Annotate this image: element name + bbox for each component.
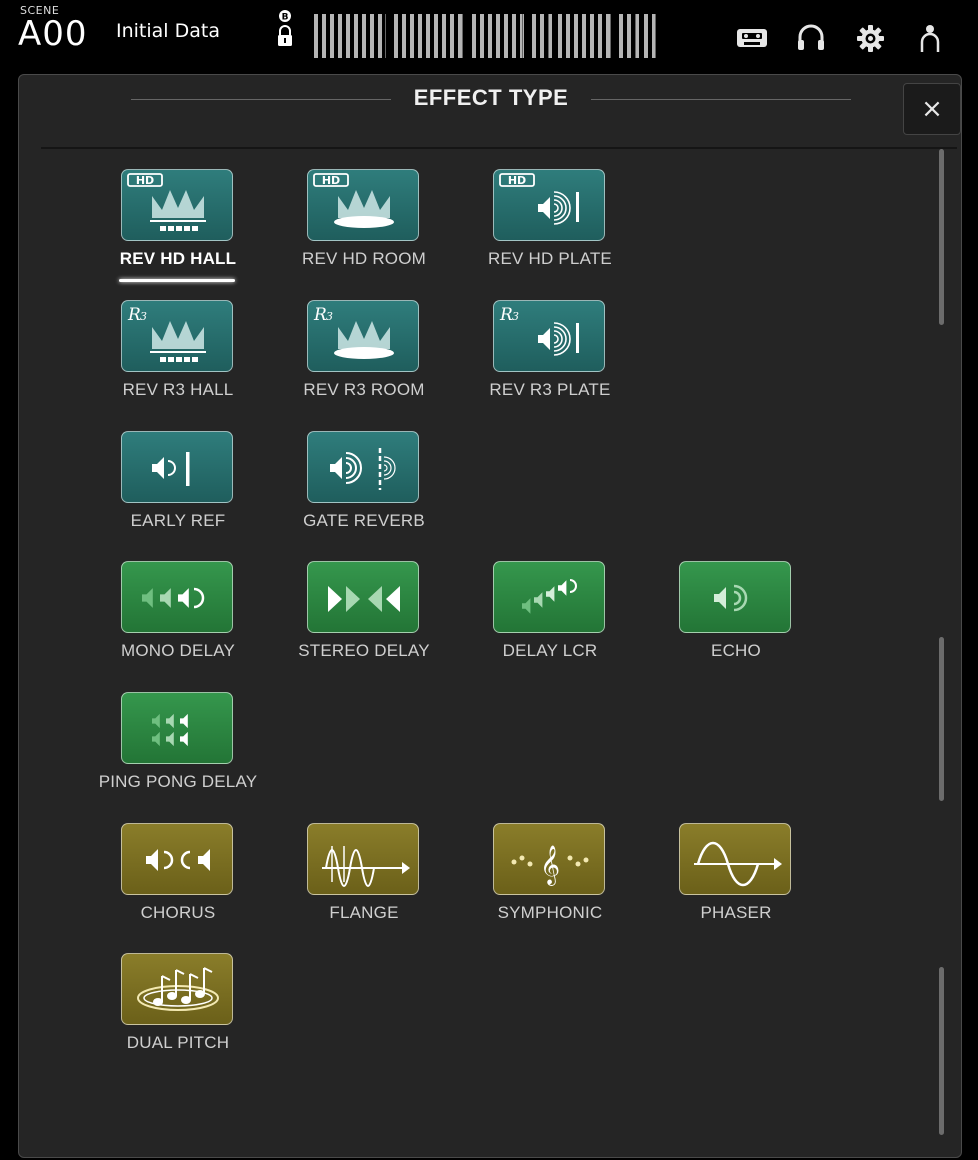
effect-button-flange[interactable]: FLANGE bbox=[279, 823, 449, 945]
effect-button-symphonic[interactable]: 𝄞 SYMPHONIC bbox=[465, 823, 635, 945]
recorder-icon[interactable] bbox=[734, 20, 770, 56]
effect-button-early-ref[interactable]: EARLY REF bbox=[93, 431, 263, 553]
lock-icon[interactable]: B bbox=[275, 8, 295, 58]
effect-button-rev-hd-hall[interactable]: HD REV HD HALL bbox=[93, 169, 263, 291]
effect-button-phaser[interactable]: PHASER bbox=[651, 823, 821, 945]
flange-icon[interactable] bbox=[307, 823, 419, 895]
settings-gear-icon[interactable] bbox=[852, 20, 888, 56]
effect-button-rev-r3-plate[interactable]: R 3 REV R3 PLATE bbox=[465, 300, 635, 422]
effect-button-stereo-delay[interactable]: STEREO DELAY bbox=[279, 561, 449, 683]
stereo-delay-icon[interactable] bbox=[307, 561, 419, 633]
delay-lcr-icon[interactable] bbox=[493, 561, 605, 633]
effect-label: REV HD PLATE bbox=[488, 249, 612, 268]
effect-label: REV HD ROOM bbox=[301, 249, 427, 268]
scrollbar-segment[interactable] bbox=[939, 149, 944, 325]
top-bar: SCENE A00 Initial Data B bbox=[0, 0, 978, 66]
title-divider-right bbox=[591, 99, 851, 100]
effect-label: ECHO bbox=[711, 641, 761, 660]
scrollbar-segment[interactable] bbox=[939, 967, 944, 1135]
effect-label: DELAY LCR bbox=[502, 641, 598, 660]
effect-button-delay-lcr[interactable]: DELAY LCR bbox=[465, 561, 635, 683]
effect-label: REV R3 PLATE bbox=[489, 380, 611, 399]
effect-label: GATE REVERB bbox=[303, 511, 425, 530]
effect-button-mono-delay[interactable]: MONO DELAY bbox=[93, 561, 263, 683]
effect-button-rev-hd-plate[interactable]: HD REV HD PLATE bbox=[465, 169, 635, 291]
panel-title: EFFECT TYPE bbox=[413, 85, 569, 110]
effect-label: PING PONG DELAY bbox=[98, 772, 258, 791]
svg-text:HD: HD bbox=[136, 174, 154, 187]
echo-icon[interactable] bbox=[679, 561, 791, 633]
effect-button-dual-pitch[interactable]: DUAL PITCH bbox=[93, 953, 263, 1075]
effect-button-rev-r3-room[interactable]: R 3 REV R3 ROOM bbox=[279, 300, 449, 422]
effect-label: EARLY REF bbox=[130, 511, 226, 530]
r3-room-icon[interactable]: R3 bbox=[307, 300, 419, 372]
effect-label: REV HD HALL bbox=[119, 249, 237, 268]
r3-plate-icon[interactable]: R3 bbox=[493, 300, 605, 372]
header-divider bbox=[41, 147, 957, 149]
effect-label: MONO DELAY bbox=[120, 641, 236, 660]
phaser-icon[interactable] bbox=[679, 823, 791, 895]
effect-label: FLANGE bbox=[329, 903, 399, 922]
effect-label: SYMPHONIC bbox=[497, 903, 603, 922]
scrollbar-segment[interactable] bbox=[939, 637, 944, 801]
svg-text:R: R bbox=[499, 305, 513, 325]
gate-reverb-icon[interactable] bbox=[307, 431, 419, 503]
svg-text:HD: HD bbox=[508, 174, 526, 187]
effect-button-ping-pong-delay[interactable]: PING PONG DELAY bbox=[93, 692, 263, 814]
svg-text:𝄞: 𝄞 bbox=[540, 845, 560, 886]
effect-label: REV R3 ROOM bbox=[303, 380, 425, 399]
effect-type-panel: EFFECT TYPE × HD REV HD HALL HD REV HD ROOM… bbox=[18, 74, 962, 1158]
svg-text:HD: HD bbox=[322, 174, 340, 187]
svg-text:R: R bbox=[127, 305, 141, 325]
effect-button-rev-r3-hall[interactable]: R 3 REV R3 HALL bbox=[93, 300, 263, 422]
ping-pong-delay-icon[interactable] bbox=[121, 692, 233, 764]
effect-label: STEREO DELAY bbox=[298, 641, 430, 660]
effect-label: DUAL PITCH bbox=[126, 1033, 230, 1052]
effect-label: CHORUS bbox=[140, 903, 216, 922]
selection-indicator bbox=[119, 279, 235, 282]
scene-name[interactable]: Initial Data bbox=[116, 20, 220, 42]
effect-label: REV R3 HALL bbox=[122, 380, 234, 399]
effect-button-chorus[interactable]: CHORUS bbox=[93, 823, 263, 945]
early-ref-icon[interactable] bbox=[121, 431, 233, 503]
effect-label: PHASER bbox=[700, 903, 772, 922]
effect-button-echo[interactable]: ECHO bbox=[651, 561, 821, 683]
effect-button-rev-hd-room[interactable]: HD REV HD ROOM bbox=[279, 169, 449, 291]
chorus-icon[interactable] bbox=[121, 823, 233, 895]
hd-room-icon[interactable]: HD bbox=[307, 169, 419, 241]
title-divider-left bbox=[131, 99, 391, 100]
hd-plate-icon[interactable]: HD bbox=[493, 169, 605, 241]
mono-delay-icon[interactable] bbox=[121, 561, 233, 633]
hd-hall-icon[interactable]: HD bbox=[121, 169, 233, 241]
scene-number[interactable]: A00 bbox=[18, 14, 88, 54]
user-icon[interactable] bbox=[912, 20, 948, 56]
level-meters bbox=[310, 14, 664, 58]
svg-text:3: 3 bbox=[326, 310, 333, 323]
svg-text:3: 3 bbox=[512, 310, 519, 323]
headphones-icon[interactable] bbox=[793, 20, 829, 56]
symphonic-icon[interactable]: 𝄞 bbox=[493, 823, 605, 895]
svg-text:B: B bbox=[282, 13, 289, 23]
effect-button-gate-reverb[interactable]: GATE REVERB bbox=[279, 431, 449, 553]
svg-text:R: R bbox=[313, 305, 327, 325]
close-button[interactable]: × bbox=[903, 83, 961, 135]
svg-text:3: 3 bbox=[140, 310, 147, 323]
dual-pitch-icon[interactable] bbox=[121, 953, 233, 1025]
r3-hall-icon[interactable]: R3 bbox=[121, 300, 233, 372]
